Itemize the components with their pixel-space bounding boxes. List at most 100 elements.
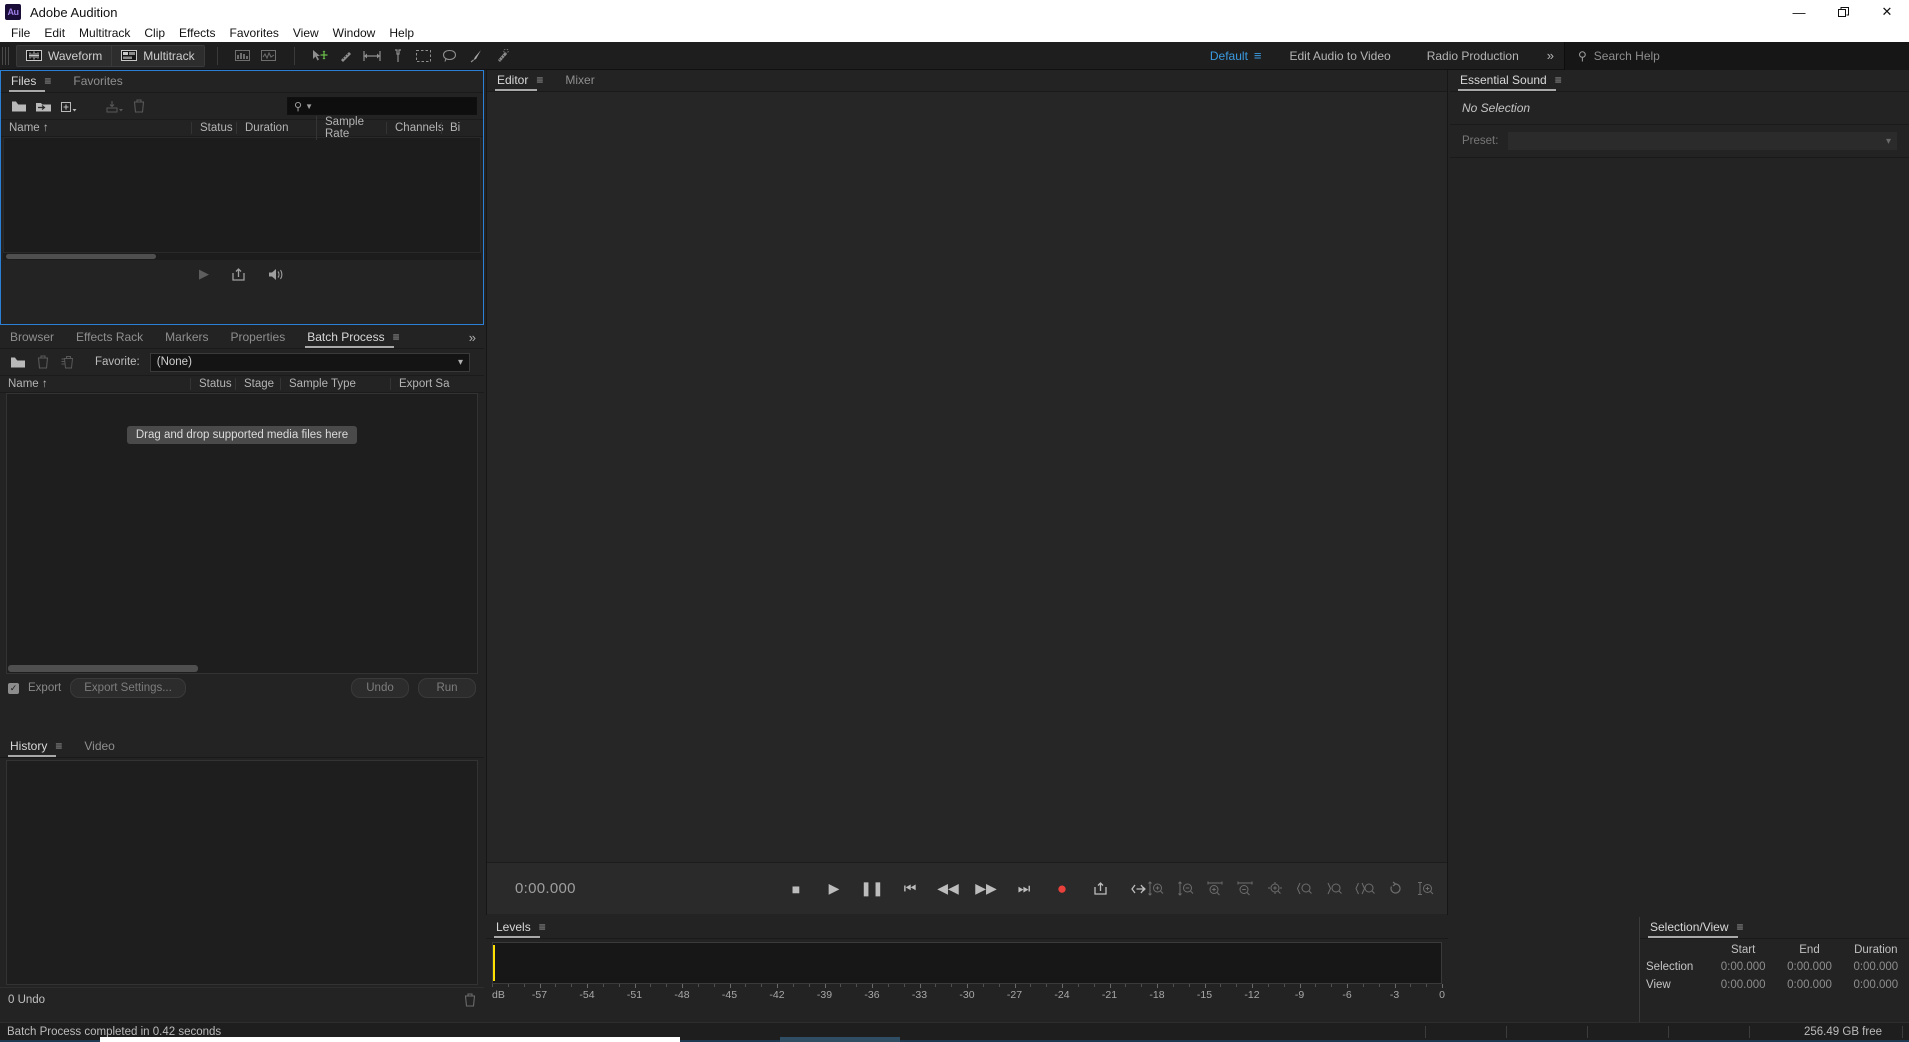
workspace-overflow-icon[interactable]: »: [1537, 48, 1564, 63]
history-list[interactable]: [6, 760, 478, 985]
tab-browser[interactable]: Browser: [0, 330, 66, 348]
workspace-menu-icon[interactable]: ≡: [1254, 48, 1272, 63]
tab-selection-view[interactable]: Selection/View ≡: [1640, 920, 1756, 938]
sv-view-end[interactable]: 0:00.000: [1776, 976, 1842, 994]
close-selected-files-icon[interactable]: [127, 96, 150, 116]
minimize-button[interactable]: —: [1777, 0, 1821, 24]
files-column-sample-rate[interactable]: Sample Rate: [316, 116, 386, 140]
search-help-field[interactable]: ⚲ Search Help: [1564, 41, 1909, 70]
toggle-vertical-zoom-icon[interactable]: [1385, 879, 1405, 899]
trash-icon[interactable]: [464, 992, 476, 1007]
maximize-button[interactable]: [1821, 0, 1865, 24]
zoom-amplitude-icon[interactable]: [1415, 879, 1435, 899]
slip-tool-icon[interactable]: [335, 46, 357, 66]
move-playhead-to-previous-icon[interactable]: ⏮: [899, 878, 921, 900]
new-file-icon[interactable]: [57, 96, 80, 116]
preset-select[interactable]: ▾: [1508, 132, 1897, 150]
history-panel-menu-icon[interactable]: ≡: [55, 739, 62, 753]
menu-window[interactable]: Window: [326, 25, 383, 41]
files-panel-menu-icon[interactable]: ≡: [44, 74, 51, 88]
loop-playback-icon[interactable]: [1089, 878, 1111, 900]
batch-panel-menu-icon[interactable]: ≡: [393, 330, 400, 344]
files-column-name[interactable]: Name ↑: [1, 122, 191, 134]
batch-drop-area[interactable]: Drag and drop supported media files here: [6, 393, 478, 674]
menu-favorites[interactable]: Favorites: [223, 25, 286, 41]
tab-effects-rack[interactable]: Effects Rack: [66, 330, 155, 348]
tab-files[interactable]: Files ≡: [1, 74, 63, 92]
batch-undo-button[interactable]: Undo: [351, 678, 409, 698]
move-playhead-to-next-icon[interactable]: ⏭: [1013, 878, 1035, 900]
marquee-selection-icon[interactable]: [413, 46, 435, 66]
zoom-out-time-icon[interactable]: [1235, 879, 1255, 899]
sv-view-duration[interactable]: 0:00.000: [1843, 976, 1909, 994]
tab-favorites[interactable]: Favorites: [63, 74, 134, 92]
batch-column-sample-type[interactable]: Sample Type: [280, 378, 390, 390]
zoom-to-selection-out-point-icon[interactable]: [1325, 879, 1345, 899]
zoom-in-time-icon[interactable]: [1205, 879, 1225, 899]
batch-column-name[interactable]: Name ↑: [0, 378, 190, 390]
volume-icon[interactable]: [268, 268, 285, 281]
pause-icon[interactable]: ❚❚: [860, 878, 883, 900]
sv-selection-start[interactable]: 0:00.000: [1710, 958, 1776, 976]
export-checkbox[interactable]: ✓: [8, 682, 19, 694]
tab-properties[interactable]: Properties: [221, 330, 298, 348]
rewind-icon[interactable]: ◀◀: [937, 878, 959, 900]
batch-horizontal-scrollbar-thumb[interactable]: [8, 665, 198, 672]
zoom-out-amplitude-icon[interactable]: [1175, 879, 1195, 899]
menu-view[interactable]: View: [286, 25, 326, 41]
menu-clip[interactable]: Clip: [137, 25, 172, 41]
toolbar-grip[interactable]: [2, 46, 10, 65]
batch-tabs-overflow-icon[interactable]: »: [469, 330, 484, 348]
menu-multitrack[interactable]: Multitrack: [72, 25, 137, 41]
paintbrush-selection-icon[interactable]: [465, 46, 487, 66]
tab-history[interactable]: History ≡: [0, 739, 74, 757]
workspace-radio-production[interactable]: Radio Production: [1409, 49, 1537, 63]
menu-file[interactable]: File: [4, 25, 37, 41]
auto-play-icon[interactable]: [231, 267, 246, 281]
insert-into-multitrack-icon[interactable]: [102, 96, 125, 116]
move-tool-icon[interactable]: [309, 46, 331, 66]
tab-batch-process[interactable]: Batch Process ≡: [297, 330, 411, 348]
tab-video[interactable]: Video: [74, 739, 126, 757]
workspace-default[interactable]: Default: [1192, 49, 1254, 63]
stop-icon[interactable]: ■: [785, 878, 807, 900]
tab-editor[interactable]: Editor ≡: [487, 73, 555, 91]
files-column-channels[interactable]: Channels: [386, 122, 444, 134]
files-column-bit-depth[interactable]: Bi: [441, 122, 471, 134]
files-scrollbar-thumb[interactable]: [6, 254, 156, 259]
multitrack-mode-button[interactable]: Multitrack: [111, 45, 204, 66]
files-column-duration[interactable]: Duration: [236, 122, 316, 134]
export-settings-button[interactable]: Export Settings...: [70, 678, 186, 698]
lasso-selection-icon[interactable]: [439, 46, 461, 66]
files-search-input[interactable]: ⚲ ▼: [287, 97, 477, 115]
menu-edit[interactable]: Edit: [37, 25, 72, 41]
sv-selection-duration[interactable]: 0:00.000: [1843, 958, 1909, 976]
tab-levels[interactable]: Levels ≡: [486, 920, 558, 938]
spot-healing-brush-icon[interactable]: [491, 46, 513, 66]
tab-essential-sound[interactable]: Essential Sound ≡: [1450, 73, 1574, 91]
import-file-icon[interactable]: [32, 96, 55, 116]
open-files-icon[interactable]: [6, 352, 29, 372]
open-file-icon[interactable]: [7, 96, 30, 116]
record-icon[interactable]: ●: [1051, 878, 1073, 900]
zoom-in-amplitude-icon[interactable]: [1145, 879, 1165, 899]
tab-markers[interactable]: Markers: [155, 330, 220, 348]
sv-view-start[interactable]: 0:00.000: [1710, 976, 1776, 994]
spectral-pitch-icon[interactable]: [258, 46, 280, 66]
zoom-to-selection-in-point-icon[interactable]: [1295, 879, 1315, 899]
sv-selection-end[interactable]: 0:00.000: [1776, 958, 1842, 976]
waveform-mode-button[interactable]: Waveform: [17, 45, 112, 66]
batch-column-status[interactable]: Status: [190, 378, 235, 390]
zoom-to-selection-icon[interactable]: [1355, 879, 1375, 899]
fast-forward-icon[interactable]: ▶▶: [975, 878, 997, 900]
razor-tool-icon[interactable]: [387, 46, 409, 66]
selection-view-menu-icon[interactable]: ≡: [1737, 920, 1744, 934]
batch-column-export-sample-type[interactable]: Export Sa: [390, 378, 450, 390]
levels-panel-menu-icon[interactable]: ≡: [539, 920, 546, 934]
close-button[interactable]: ✕: [1865, 0, 1909, 24]
menu-help[interactable]: Help: [382, 25, 421, 41]
favorite-select[interactable]: (None) ▾: [149, 352, 470, 372]
spectral-frequency-icon[interactable]: [232, 46, 254, 66]
time-selection-icon[interactable]: [361, 46, 383, 66]
clear-all-icon[interactable]: [56, 352, 79, 372]
